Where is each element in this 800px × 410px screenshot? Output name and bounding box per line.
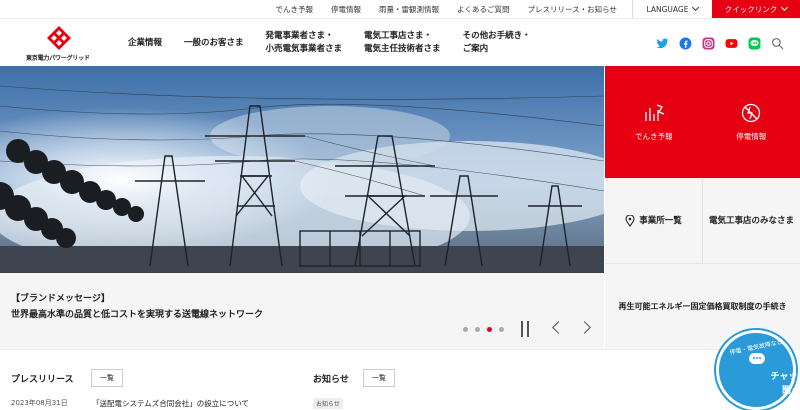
utility-links: でんき予報 停電情報 雨量・雷観測情報 よくあるご質問 プレスリリース・お知らせ [267,0,626,18]
language-label: LANGUAGE [646,4,689,14]
instagram-icon[interactable] [702,37,715,50]
notice-more-button[interactable]: 一覧 [363,369,395,387]
logo-text: 東京電力パワーグリッド [26,55,90,62]
utility-link-rain[interactable]: 雨量・雷観測情報 [379,4,439,15]
slider-dots [463,327,504,332]
bar-chart-icon [645,103,664,121]
news-section: プレスリリース 一覧 お知らせ 一覧 2023年08月31日 「送配電システムズ… [0,349,800,410]
chat-bubble-icon [749,353,765,364]
youtube-icon[interactable] [725,37,738,50]
utility-link-faq[interactable]: よくあるご質問 [457,4,510,15]
press-item-link[interactable]: 「送配電システムズ合同会社」の設立について [92,398,249,409]
nav-item-contractors[interactable]: 電気工事店さま・ 電気主任技術者さま [364,30,441,56]
line-icon[interactable]: LINE [748,37,761,50]
contractors-tile[interactable]: 電気工事店のみなさま [703,178,800,263]
chat-label-2: 聞く! [781,386,800,396]
map-pin-icon [625,214,635,227]
global-nav: 企業情報 一般のお客さま 発電事業者さま・ 小売電気事業者さま 電気工事店さま・… [128,19,553,67]
chevron-down-icon [781,3,789,12]
hero-image[interactable] [0,66,604,273]
facebook-icon[interactable] [679,37,692,50]
quicklink-button[interactable]: クイックリンク [712,0,800,18]
slider-dot-active[interactable] [487,327,492,332]
teiden-tile[interactable]: 停電情報 [703,66,800,178]
next-arrow-icon[interactable] [578,321,591,334]
power-lines-photo [0,66,604,273]
caption-message: 世界最高水準の品質と低コストを実現する送電線ネットワーク [11,310,264,320]
contractors-label: 電気工事店のみなさま [709,215,795,226]
twitter-icon[interactable] [656,37,669,50]
nav-item-other[interactable]: その他お手続き・ ご案内 [463,30,531,56]
logo-mark-icon [47,26,71,50]
quick-access-grey: 事業所一覧 電気工事店のみなさま [605,178,800,264]
prev-arrow-icon[interactable] [552,321,565,334]
utility-link-teiden[interactable]: 停電情報 [331,4,361,15]
chat-label-1: チャットで [770,372,800,382]
office-list-label: 事業所一覧 [639,215,682,226]
teiden-label: 停電情報 [736,131,767,141]
nav-item-generators[interactable]: 発電事業者さま・ 小売電気事業者さま [266,30,343,56]
site-header: 東京電力パワーグリッド 企業情報 一般のお客さま 発電事業者さま・ 小売電気事業… [0,18,800,66]
right-panel: でんき予報 停電情報 事業所一覧 電気工事店のみなさま 再生可能エネルギー固定価… [605,66,800,349]
chat-button[interactable]: 停電・電気故障など チャットで 聞く! [716,330,800,410]
chevron-down-icon [692,3,700,12]
notice-title: お知らせ [313,375,349,385]
site-logo[interactable]: 東京電力パワーグリッド [26,25,104,63]
denki-yoho-tile[interactable]: でんき予報 [605,66,703,178]
denki-yoho-label: でんき予報 [635,131,673,141]
press-title: プレスリリース [11,375,74,385]
renewable-fit-label: 再生可能エネルギー固定価格買取制度の手続き [618,301,787,311]
slider-dot[interactable] [463,327,468,332]
press-more-button[interactable]: 一覧 [91,369,123,387]
press-date: 2023年08月31日 [11,399,68,407]
notice-tag: お知らせ [313,398,343,409]
slider-dot[interactable] [499,327,504,332]
utility-link-press[interactable]: プレスリリース・お知らせ [528,4,617,15]
outage-icon [742,103,761,122]
caption-label: 【ブランドメッセージ】 [11,294,110,304]
nav-item-corporate[interactable]: 企業情報 [128,37,162,50]
nav-item-general[interactable]: 一般のお客さま [184,37,244,50]
quicklink-label: クイックリンク [724,4,778,14]
slider-dot[interactable] [475,327,480,332]
utility-link-denki[interactable]: でんき予報 [276,4,314,15]
utility-bar: でんき予報 停電情報 雨量・雷観測情報 よくあるご質問 プレスリリース・お知らせ… [0,0,800,18]
svg-text:LINE: LINE [751,42,757,45]
sns-links: LINE [656,19,784,67]
language-selector[interactable]: LANGUAGE [632,0,712,18]
quick-access-red: でんき予報 停電情報 [605,66,800,178]
hero-caption: 【ブランドメッセージ】 世界最高水準の品質と低コストを実現する送電線ネットワーク [0,273,604,349]
search-icon[interactable] [771,37,784,50]
office-list-tile[interactable]: 事業所一覧 [605,178,703,263]
pause-icon[interactable] [520,321,530,337]
